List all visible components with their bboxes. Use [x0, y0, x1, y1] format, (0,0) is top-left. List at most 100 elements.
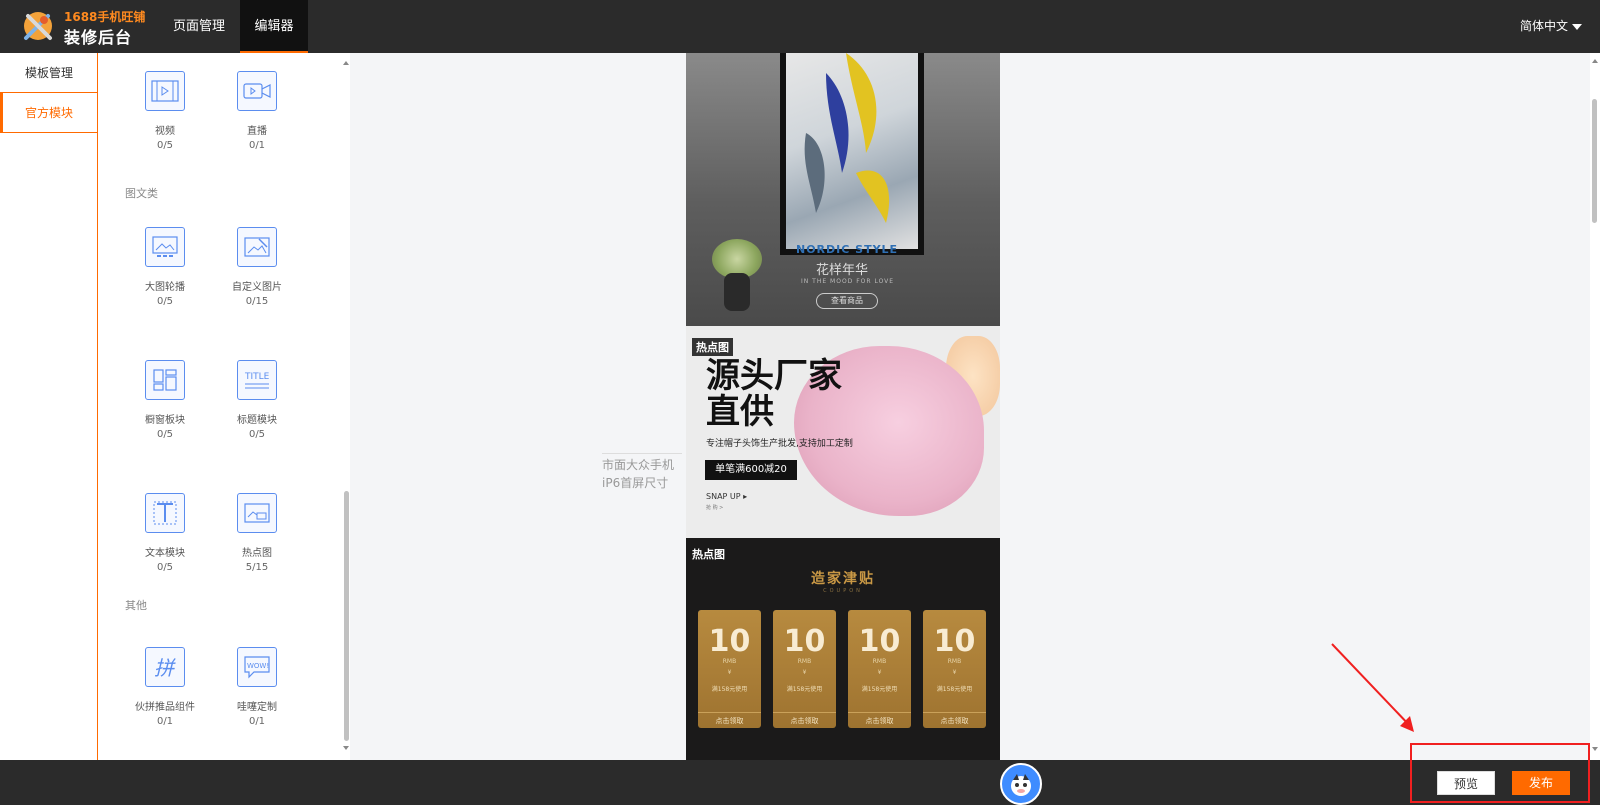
- annotation-arrow-icon: [1331, 643, 1414, 732]
- phone-preview: NORDIC STYLE 花样年华 IN THE MOOD FOR LOVE 查…: [686, 53, 1000, 760]
- screen-size-label-line1: 市面大众手机: [602, 458, 675, 472]
- leftnav-official-modules[interactable]: 官方模块: [0, 93, 97, 133]
- coupon-card[interactable]: 10 RMB ¥ 满158元使用 点击领取: [698, 610, 761, 728]
- module-name: 文本模块: [145, 548, 185, 559]
- module-text[interactable]: 文本模块 0/5: [120, 493, 210, 575]
- banner-nordic-title: NORDIC STYLE: [796, 243, 899, 256]
- assistant-avatar-icon[interactable]: [1000, 763, 1042, 805]
- nav-page-management[interactable]: 页面管理: [160, 0, 238, 53]
- module-panel-scrollbar[interactable]: [342, 53, 350, 760]
- coupon-value: 10: [933, 624, 976, 659]
- nav-editor[interactable]: 编辑器: [240, 0, 308, 53]
- module-count: 0/5: [156, 429, 174, 440]
- module-name: 视频: [155, 126, 175, 137]
- page-scrollbar[interactable]: [1590, 53, 1600, 760]
- custom-image-icon: [237, 227, 277, 267]
- coupon-desc: 满158元使用: [786, 686, 823, 693]
- module-count: 0/1: [248, 140, 266, 151]
- banner-headline: 源头厂家 直供: [706, 358, 842, 430]
- scroll-up-icon[interactable]: [343, 61, 349, 65]
- hotspot-image-icon: [237, 493, 277, 533]
- module-video[interactable]: 视频 0/5: [120, 71, 210, 153]
- scroll-down-icon[interactable]: [343, 746, 349, 750]
- banner-mood: IN THE MOOD FOR LOVE: [801, 278, 895, 285]
- painting-frame: [780, 53, 924, 255]
- coupon-currency: ¥: [802, 669, 807, 676]
- scrollbar-thumb[interactable]: [1592, 99, 1597, 223]
- banner-subline: 专注帽子头饰生产批发,支持加工定制: [706, 439, 853, 449]
- module-count: 0/5: [248, 429, 266, 440]
- coupon-claim-button[interactable]: 点击领取: [773, 712, 836, 728]
- coupon-value: 10: [708, 624, 751, 659]
- coupon-unit: RMB: [947, 658, 962, 665]
- arrow-right-icon: ▸: [743, 492, 748, 501]
- module-wow[interactable]: WOW! 哇噻定制 0/1: [212, 647, 302, 729]
- module-name: 标题模块: [237, 415, 277, 426]
- module-count: 5/15: [245, 562, 269, 573]
- title-text-icon: TITLE: [237, 360, 277, 400]
- coupon-currency: ¥: [727, 669, 732, 676]
- module-panel: 视频 0/5 直播 0/1 图文类 大图轮播 0/5 自定义图片 0/15 橱窗…: [98, 53, 350, 760]
- screen-size-line: [602, 453, 682, 454]
- coupon-claim-button[interactable]: 点击领取: [923, 712, 986, 728]
- logo-title: 装修后台: [64, 28, 133, 47]
- coupon-claim-button[interactable]: 点击领取: [698, 712, 761, 728]
- banner-headline-line1: 源头厂家: [706, 356, 842, 396]
- scrollbar-thumb[interactable]: [344, 491, 349, 741]
- module-count: 0/1: [248, 716, 266, 727]
- coupon-card[interactable]: 10 RMB ¥ 满158元使用 点击领取: [773, 610, 836, 728]
- coupon-title: 造家津贴: [811, 571, 875, 587]
- coupon-desc: 满158元使用: [861, 686, 898, 693]
- image-carousel-icon: [145, 227, 185, 267]
- bottom-bar: [0, 760, 1600, 805]
- view-product-button[interactable]: 查看商品: [816, 293, 878, 309]
- hotspot-tag: 热点图: [692, 338, 733, 356]
- annotation-highlight-box: [1410, 743, 1590, 803]
- leftnav-template-management[interactable]: 模板管理: [0, 53, 97, 93]
- module-custom-image[interactable]: 自定义图片 0/15: [212, 227, 302, 309]
- module-count: 0/5: [156, 140, 174, 151]
- module-count: 0/15: [245, 296, 269, 307]
- language-label: 简体中文: [1519, 19, 1568, 33]
- banner-headline-line2: 直供: [706, 392, 774, 432]
- module-name: 大图轮播: [145, 282, 185, 293]
- module-hotspot[interactable]: 热点图 5/15: [212, 493, 302, 575]
- coupon-desc: 满158元使用: [711, 686, 748, 693]
- module-carousel[interactable]: 大图轮播 0/5: [120, 227, 210, 309]
- coupon-desc: 满158元使用: [936, 686, 973, 693]
- module-name: 自定义图片: [232, 282, 282, 293]
- banner-hat-hotspot[interactable]: 热点图 源头厂家 直供 专注帽子头饰生产批发,支持加工定制 单笔满600减20 …: [686, 326, 1000, 538]
- module-name: 伙拼推品组件: [135, 702, 195, 713]
- screen-size-label-line2: iP6首屏尺寸: [602, 476, 669, 490]
- language-select[interactable]: 简体中文: [1520, 0, 1582, 53]
- text-t-icon: [145, 493, 185, 533]
- module-live[interactable]: 直播 0/1: [212, 71, 302, 153]
- coupon-subtitle: COUPON: [823, 588, 863, 594]
- module-count: 0/5: [156, 562, 174, 573]
- group-title-other: 其他: [125, 599, 147, 612]
- banner-coupons-hotspot[interactable]: 热点图 造家津贴 COUPON 10 RMB ¥ 满158元使用 点击领取 10…: [686, 538, 1000, 760]
- module-title[interactable]: TITLE 标题模块 0/5: [212, 360, 302, 442]
- snap-up-link[interactable]: SNAP UP ▸: [706, 492, 747, 501]
- module-group-buy[interactable]: 拼 伙拼推品组件 0/1: [120, 647, 210, 729]
- coupon-value: 10: [858, 624, 901, 659]
- banner-nordic[interactable]: NORDIC STYLE 花样年华 IN THE MOOD FOR LOVE 查…: [686, 53, 1000, 326]
- coupon-card[interactable]: 10 RMB ¥ 满158元使用 点击领取: [923, 610, 986, 728]
- snap-up-tiny: 抢 购 >: [706, 505, 724, 511]
- coupon-value: 10: [783, 624, 826, 659]
- scroll-down-icon[interactable]: [1592, 747, 1598, 751]
- module-showcase[interactable]: 橱窗板块 0/5: [120, 360, 210, 442]
- painting-image: [786, 53, 918, 249]
- hotspot-tag: 热点图: [692, 548, 725, 561]
- snap-up-label: SNAP UP: [706, 492, 741, 501]
- scroll-up-icon[interactable]: [1592, 59, 1598, 63]
- coupon-currency: ¥: [952, 669, 957, 676]
- pin-character-icon: 拼: [145, 647, 185, 687]
- promo-badge[interactable]: 单笔满600减20: [705, 460, 797, 480]
- logo-brand: 1688手机旺铺: [64, 10, 146, 24]
- coupon-claim-button[interactable]: 点击领取: [848, 712, 911, 728]
- coupon-card[interactable]: 10 RMB ¥ 满158元使用 点击领取: [848, 610, 911, 728]
- top-bar: 1688手机旺铺 装修后台 页面管理 编辑器 简体中文: [0, 0, 1600, 53]
- svg-text:WOW!: WOW!: [247, 662, 269, 670]
- svg-text:拼: 拼: [154, 656, 176, 680]
